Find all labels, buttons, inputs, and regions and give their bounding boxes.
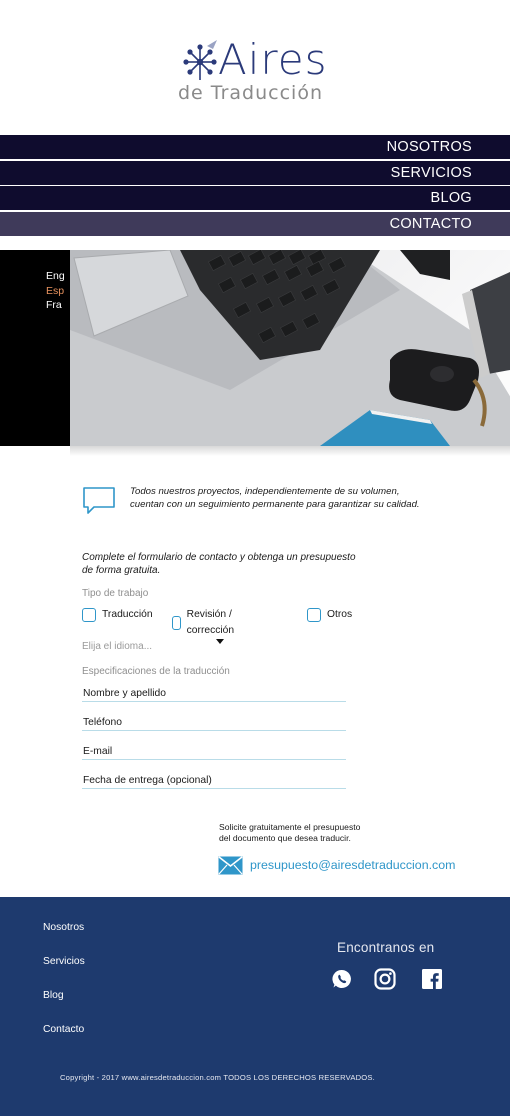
- quote-text: Solicite gratuitamente el presupuesto de…: [219, 822, 429, 844]
- name-field[interactable]: [82, 686, 346, 702]
- nav-item-nosotros[interactable]: NOSOTROS: [0, 135, 510, 159]
- tipo-de-trabajo-label: Tipo de trabajo: [82, 588, 149, 599]
- checkbox-traduccion[interactable]: Traducción: [82, 607, 153, 623]
- footer-link-servicios[interactable]: Servicios: [43, 956, 85, 967]
- whatsapp-icon[interactable]: [331, 968, 353, 990]
- form-intro: Complete el formulario de contacto y obt…: [82, 551, 402, 577]
- lang-fra[interactable]: Fra: [46, 298, 70, 313]
- hero-banner: Eng Esp Fra: [0, 250, 510, 446]
- instagram-icon[interactable]: [374, 968, 396, 990]
- checkbox-label: Revisión / corrección: [186, 609, 235, 636]
- quote-line1: Solicite gratuitamente el presupuesto: [219, 822, 361, 832]
- footer-link-contacto[interactable]: Contacto: [43, 1024, 84, 1035]
- checkbox-revision[interactable]: Revisión / corrección: [172, 607, 240, 639]
- checkbox-label: Traducción: [102, 609, 153, 620]
- dropdown-arrow-icon[interactable]: [216, 639, 224, 644]
- info-text: Todos nuestros proyectos, independientem…: [130, 485, 460, 511]
- facebook-icon[interactable]: [422, 969, 442, 989]
- footer-link-nosotros[interactable]: Nosotros: [43, 922, 84, 933]
- form-intro-line2: de forma gratuita.: [82, 565, 161, 576]
- logo-subtitle: de Traducción: [178, 82, 323, 104]
- social-title: Encontranos en: [337, 940, 435, 955]
- quote-line2: del documento que desea traducir.: [219, 833, 351, 843]
- form-intro-line1: Complete el formulario de contacto y obt…: [82, 552, 356, 563]
- language-select[interactable]: Elija el idioma...: [82, 636, 224, 652]
- checkbox-box[interactable]: [172, 616, 181, 630]
- site-logo[interactable]: Aires de Traducción: [178, 36, 338, 108]
- speech-bubble-icon: [83, 487, 115, 514]
- info-text-line2: cuentan con un seguimiento permanente pa…: [130, 499, 420, 510]
- hero-photo-laptop: [70, 250, 510, 446]
- checkbox-box[interactable]: [307, 608, 321, 622]
- language-select-placeholder: Elija el idioma...: [82, 641, 153, 652]
- quote-email-link[interactable]: presupuesto@airesdetraduccion.com: [250, 857, 455, 873]
- site-footer: Nosotros Servicios Blog Contacto Encontr…: [0, 897, 510, 1116]
- nav-item-servicios[interactable]: SERVICIOS: [0, 160, 510, 185]
- hero-shadow: [70, 446, 510, 456]
- laptop-photo-illustration: [70, 250, 510, 446]
- email-field[interactable]: [82, 744, 346, 760]
- lang-eng[interactable]: Eng: [46, 269, 70, 284]
- main-nav: NOSOTROS SERVICIOS BLOG CONTACTO: [0, 135, 510, 237]
- checkbox-label: Otros: [327, 609, 353, 620]
- especificaciones-label: Especificaciones de la traducción: [82, 666, 230, 677]
- nav-item-blog[interactable]: BLOG: [0, 186, 510, 210]
- info-text-line1: Todos nuestros proyectos, independientem…: [130, 486, 400, 497]
- footer-link-blog[interactable]: Blog: [43, 990, 64, 1001]
- language-switcher: Eng Esp Fra: [0, 250, 70, 446]
- checkbox-otros[interactable]: Otros: [307, 607, 352, 623]
- delivery-date-field[interactable]: [82, 773, 346, 789]
- lang-esp[interactable]: Esp: [46, 284, 70, 299]
- checkbox-box[interactable]: [82, 608, 96, 622]
- nav-item-contacto[interactable]: CONTACTO: [0, 211, 510, 236]
- dandelion-logo-icon: [183, 40, 217, 80]
- phone-field[interactable]: [82, 715, 346, 731]
- envelope-icon: [218, 856, 243, 875]
- logo-title: Aires: [218, 35, 328, 84]
- copyright-text: Copyright - 2017 www.airesdetraduccion.c…: [60, 1073, 375, 1082]
